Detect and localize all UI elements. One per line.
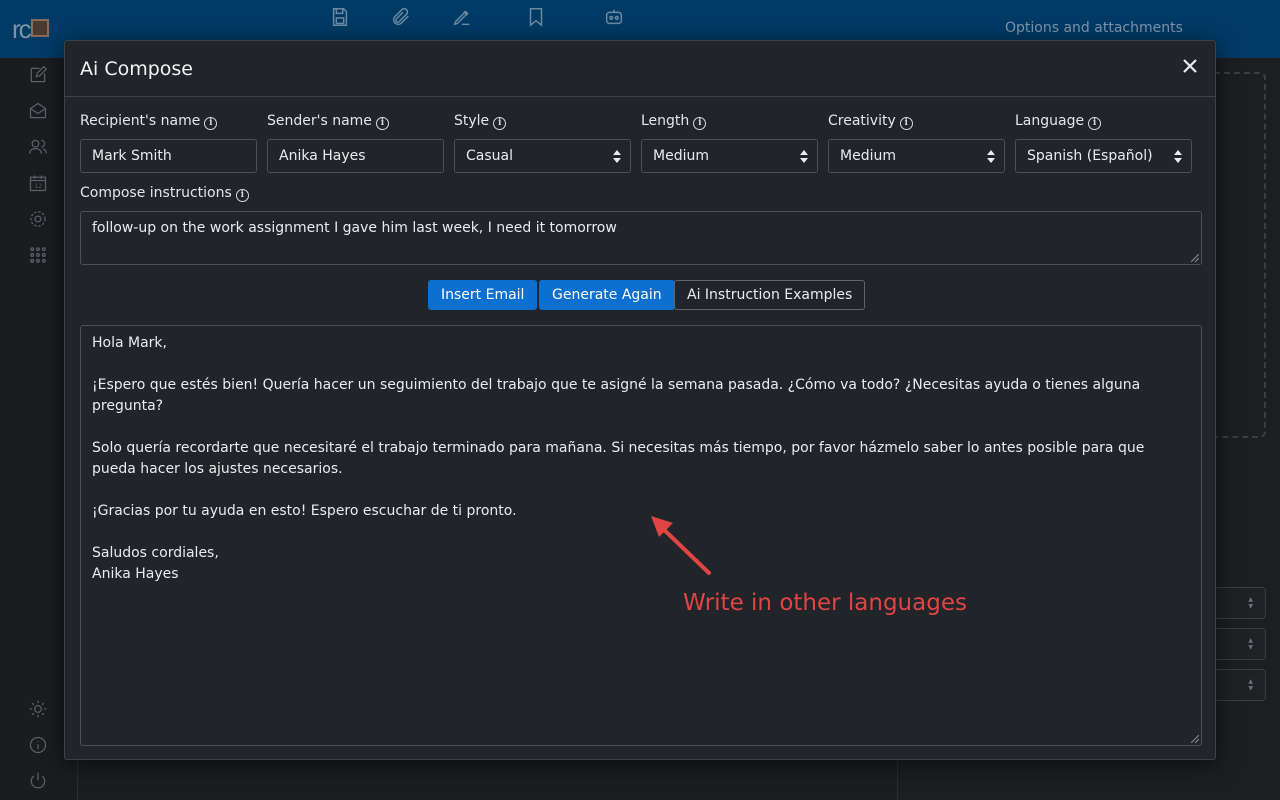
info-icon[interactable]: i	[375, 117, 389, 130]
theme-sun-icon[interactable]	[28, 699, 48, 719]
recipient-label: Recipient's name i	[80, 113, 218, 130]
email-line: ¡Gracias por tu ayuda en esto! Espero es…	[92, 503, 517, 519]
select-arrows-icon	[987, 150, 995, 163]
signature-icon[interactable]	[451, 6, 481, 32]
info-icon[interactable]: i	[1088, 117, 1102, 130]
style-label: Style i	[454, 113, 507, 130]
option-select-3[interactable]	[1214, 669, 1266, 701]
option-select-2[interactable]	[1214, 628, 1266, 660]
creativity-label: Creativity i	[828, 113, 913, 130]
settings-icon[interactable]	[28, 209, 48, 229]
email-line: Anika Hayes	[92, 566, 179, 582]
about-info-icon[interactable]	[28, 735, 48, 755]
robot-icon[interactable]	[603, 6, 633, 32]
paperclip-icon[interactable]	[390, 6, 420, 32]
email-line	[92, 417, 1190, 438]
email-line: Solo quería recordarte que necesitaré el…	[92, 440, 1145, 477]
select-arrows-icon	[1174, 150, 1182, 163]
generated-email-textarea[interactable]: Hola Mark, ¡Espero que estés bien! Querí…	[80, 325, 1202, 746]
annotation-text: Write in other languages	[683, 590, 967, 616]
svg-text:12: 12	[35, 184, 43, 190]
option-select-1[interactable]	[1214, 587, 1266, 619]
email-line	[92, 354, 1190, 375]
style-select[interactable]: Casual	[454, 139, 631, 173]
app-logo: rc	[12, 14, 49, 45]
contacts-icon[interactable]	[28, 137, 48, 157]
sender-label: Sender's name i	[267, 113, 389, 130]
resize-grip-icon[interactable]	[1191, 254, 1199, 262]
modal-title: Ai Compose	[80, 58, 193, 80]
sender-name-input[interactable]	[267, 139, 444, 173]
select-arrows-icon	[613, 150, 621, 163]
apps-grid-icon[interactable]	[28, 245, 48, 265]
compose-instructions-textarea[interactable]: follow-up on the work assignment I gave …	[80, 211, 1202, 265]
generate-again-button[interactable]: Generate Again	[539, 280, 675, 310]
attachment-dropzone[interactable]	[1214, 72, 1266, 438]
info-icon[interactable]: i	[204, 117, 218, 130]
info-icon[interactable]: i	[235, 189, 249, 202]
insert-email-button[interactable]: Insert Email	[428, 280, 538, 310]
info-icon[interactable]: i	[899, 117, 913, 130]
close-button[interactable]	[1179, 55, 1201, 77]
info-icon[interactable]: i	[693, 117, 707, 130]
email-line	[92, 522, 1190, 543]
calendar-icon[interactable]: 12	[28, 173, 48, 193]
modal-header: Ai Compose	[65, 41, 1215, 97]
email-line: ¡Espero que estés bien! Quería hacer un …	[92, 377, 1141, 414]
language-select[interactable]: Spanish (Español)	[1015, 139, 1192, 173]
ai-compose-modal: Ai Compose Recipient's name i Sender's na…	[64, 40, 1216, 760]
close-icon	[1183, 59, 1197, 73]
bookmark-icon[interactable]	[525, 6, 555, 32]
mail-icon[interactable]	[28, 101, 48, 121]
logout-power-icon[interactable]	[28, 771, 48, 791]
compose-icon[interactable]	[28, 65, 48, 85]
ai-instruction-examples-button[interactable]: Ai Instruction Examples	[674, 280, 866, 310]
select-arrows-icon	[800, 150, 808, 163]
length-label: Length i	[641, 113, 707, 130]
creativity-select[interactable]: Medium	[828, 139, 1005, 173]
language-label: Language i	[1015, 113, 1102, 130]
recipient-name-input[interactable]	[80, 139, 257, 173]
compose-instructions-label: Compose instructions i	[80, 185, 249, 202]
email-line: Saludos cordiales,	[92, 545, 219, 561]
save-icon[interactable]	[329, 6, 359, 32]
annotation-arrow-icon	[651, 516, 711, 575]
options-panel-title: Options and attachments	[1005, 20, 1183, 36]
info-icon[interactable]: i	[493, 117, 507, 130]
email-line: Hola Mark,	[92, 335, 167, 351]
resize-grip-icon[interactable]	[1191, 735, 1199, 743]
email-line	[92, 480, 1190, 501]
length-select[interactable]: Medium	[641, 139, 818, 173]
